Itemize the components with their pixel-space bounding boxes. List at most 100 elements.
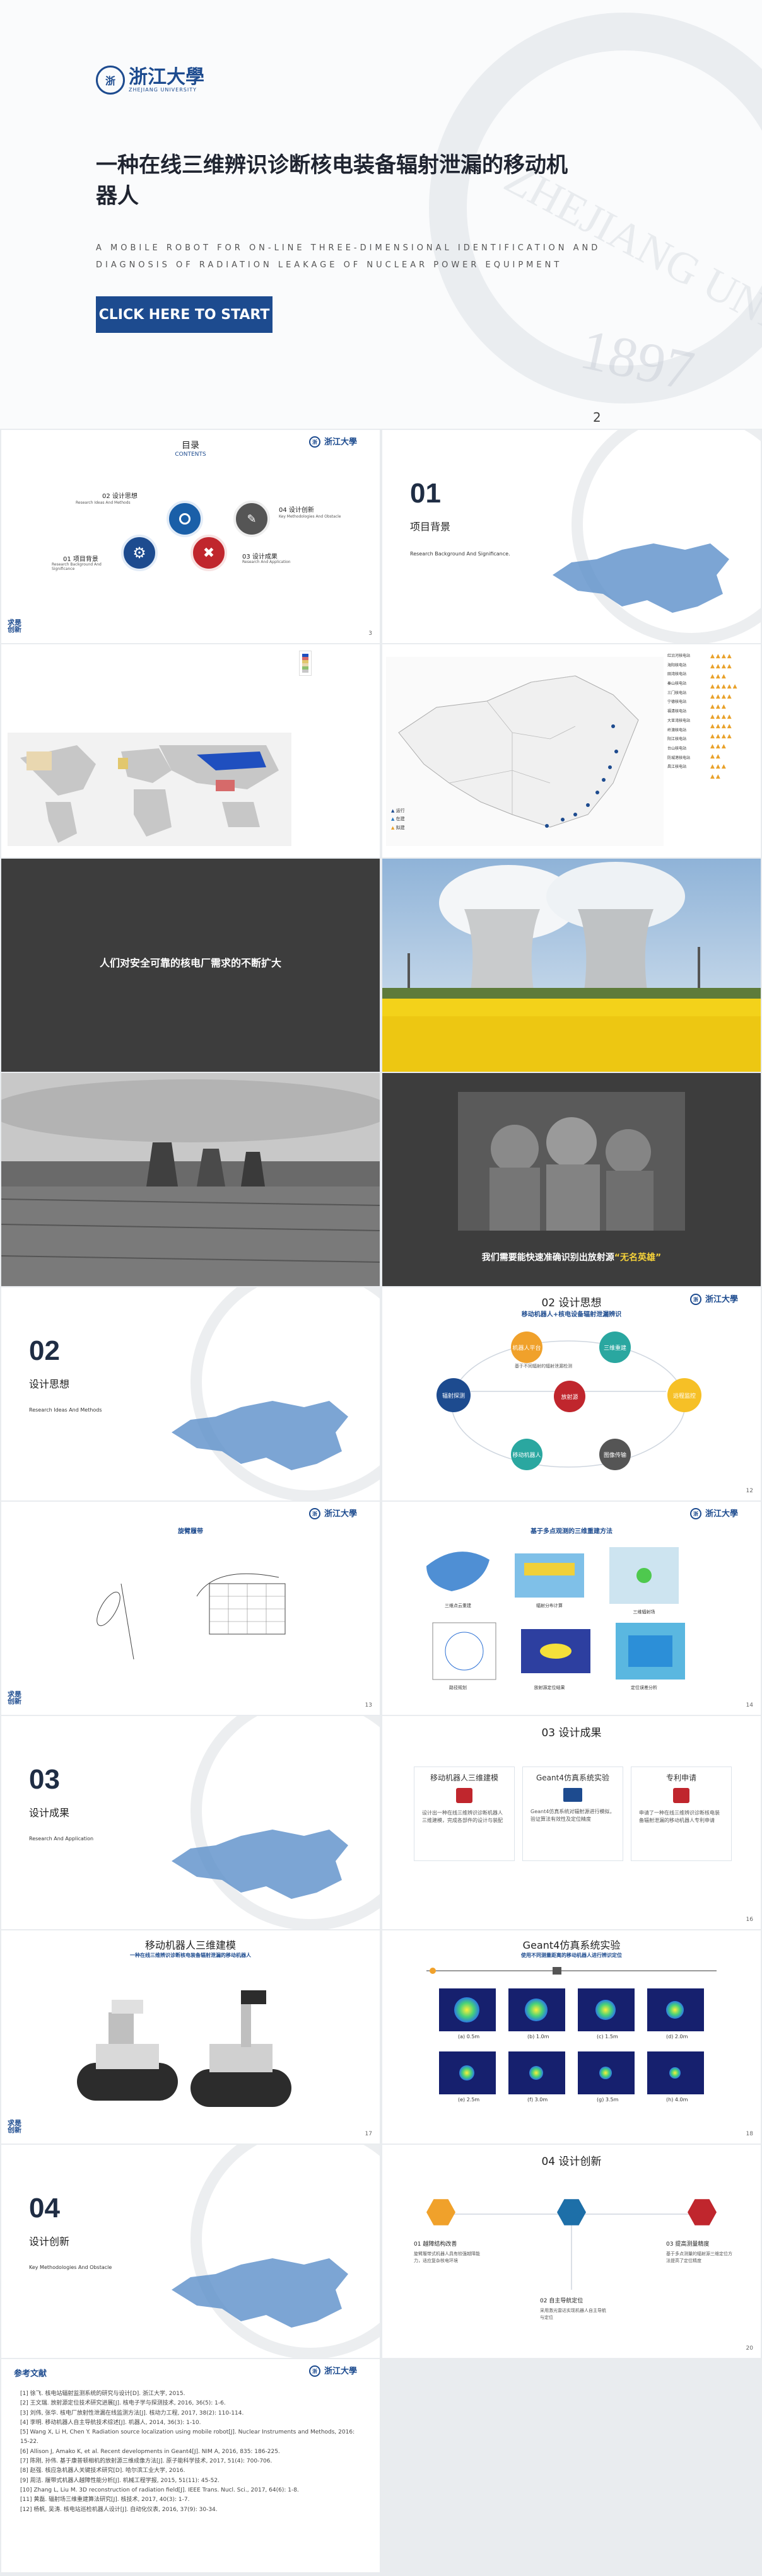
innovation-label-02: 02 自主导航定位 [540, 2298, 583, 2304]
cover-subtitle: A MOBILE ROBOT FOR ON-LINE THREE-DIMENSI… [96, 243, 601, 270]
logo-name: 浙江大學 [129, 66, 204, 88]
reference-item: [6] Allison J, Amako K, et al. Recent de… [20, 2448, 280, 2455]
node-3d-recon[interactable]: 三维重建 [599, 1332, 631, 1363]
plant-label: 岭澳核电站 [667, 728, 687, 733]
reference-item: [3] 刘伟, 张华. 核电厂放射性泄漏在线监测方法[J]. 核动力工程, 20… [20, 2410, 244, 2416]
toc-title-en: CONTENTS [175, 451, 206, 458]
innovation-label-03: 03 提高测量精度 [666, 2241, 710, 2248]
toc-circle-04[interactable]: ✎ [233, 501, 270, 537]
page-number: 3 [368, 630, 372, 637]
world-map [8, 733, 291, 846]
node-platform[interactable]: 机器人平台 [511, 1332, 542, 1363]
slide-subtitle: 使用不同测量距离的移动机器人进行辨识定位 [521, 1952, 622, 1958]
nuclear-plant-photo [382, 859, 761, 1072]
reference-item: [2] 王文瑞. 放射源定位技术研究进展[J]. 核电子学与探测技术, 2016… [20, 2400, 226, 2407]
plot-caption: (c) 1.5m [597, 2034, 618, 2039]
start-button[interactable]: CLICK HERE TO START [96, 296, 273, 333]
toc-label-04[interactable]: 04 设计创新 [279, 504, 314, 514]
sim-plot-d [647, 1988, 704, 2031]
logo-name: 浙江大學 [705, 1509, 739, 1519]
patent-icon [673, 1788, 689, 1803]
legend-building: 在建 [396, 816, 405, 822]
card-text: Geant4仿真系统对辐射源进行模拟，验证算法有效性及定位精度 [530, 1809, 615, 1822]
heroes-slide: 我们需要能快速准确识别出放射源“无名英雄” [382, 1073, 761, 1286]
section-01-slide: 01 项目背景 Research Background And Signific… [382, 430, 761, 643]
result-card-geant4[interactable]: Geant4仿真系统实验 Geant4仿真系统对辐射源进行模拟，验证算法有效性及… [522, 1767, 623, 1861]
plant-label: 台山核电站 [667, 746, 687, 751]
cover-slide: 1897 ZHEJIANG UNIVERSITY 浙 浙江大學 ZHEJIANG… [0, 0, 762, 429]
slide-title: 移动机器人三维建模 [144, 1939, 236, 1951]
node-remote[interactable]: 远程监控 [667, 1378, 701, 1412]
page-number: 13 [365, 1702, 372, 1709]
algorithm-slide: 浙 浙江大學 基于多点观测的三维重建方法 三维点云重建 辐射分布计算 三维辐射场… [382, 1502, 761, 1715]
section-title: 项目背景 [410, 521, 451, 533]
references-slide: 参考文献 浙 浙江大學 [1] 徐飞. 核电站辐射监测系统的研究与设计[D]. … [1, 2359, 380, 2572]
logo-sub: ZHEJIANG UNIVERSITY [129, 86, 197, 93]
plant-label: 大亚湾核电站 [667, 718, 691, 723]
plant-label: 阳江核电站 [667, 737, 687, 742]
section-sub: Key Methodologies And Obstacle [29, 2265, 112, 2270]
china-map-silhouette [172, 2258, 348, 2328]
slide-title: 基于多点观测的三维重建方法 [530, 1528, 613, 1535]
university-logo: 浙 浙江大學 [690, 1508, 738, 1519]
toc-circle-01[interactable]: ⚙ [121, 535, 158, 571]
toc-label-03[interactable]: 03 设计成果 [242, 551, 278, 560]
node-source[interactable]: 放射源 [554, 1381, 585, 1412]
section-03-slide: 03 设计成果 Research And Application [1, 1716, 380, 1929]
toc-circle-03[interactable]: ✖ [190, 535, 227, 571]
robot-model-slide: 移动机器人三维建模 一种在线三维辨识诊断核电装备辐射泄漏的移动机器人 求是 创新 … [1, 1930, 380, 2144]
robot-render [77, 1990, 291, 2107]
reference-item: [4] 李明. 移动机器人自主导航技术综述[J]. 机器人, 2014, 36(… [20, 2419, 201, 2426]
cover-page-number: 2 [593, 410, 601, 425]
slide-subtitle: 一种在线三维辨识诊断核电装备辐射泄漏的移动机器人 [130, 1952, 251, 1958]
reference-item: [7] 陈刚, 孙伟. 基于康普顿相机的放射源三维成像方法[J]. 原子能科学技… [20, 2458, 273, 2465]
figure-caption: 路径规划 [449, 1685, 467, 1690]
section-sub: Research Background And Significance. [410, 551, 510, 557]
design-idea-slide: 浙 浙江大學 02 设计思想 移动机器人+核电设备辐射泄漏辨识 基于不同辐射的辐… [382, 1287, 761, 1500]
section-title: 设计思想 [29, 1378, 70, 1390]
plot-caption: (h) 4.0m [666, 2097, 688, 2103]
footer-mark: 求是 创新 [8, 618, 21, 634]
plot-caption: (b) 1.0m [527, 2034, 549, 2039]
innovation-text-03: 基于多点测量的辐射源三维定位方法提高了定位精度 [666, 2251, 732, 2263]
reference-item: [9] 周洁. 履带式机器人越障性能分析[J]. 机械工程学报, 2015, 5… [20, 2477, 220, 2484]
toc-label-01[interactable]: 01 项目背景 [63, 554, 98, 563]
computer-icon [563, 1788, 582, 1802]
result-card-patent[interactable]: 专利申请 申请了一种在线三维辨识诊断核电装备辐射泄漏的移动机器人专利申请 [631, 1767, 732, 1861]
toc-sub-04: Key Methodologies And Obstacle [279, 514, 341, 519]
section-number: 01 [410, 478, 441, 509]
geant4-slide: Geant4仿真系统实验 使用不同测量距离的移动机器人进行辨识定位 (a) 0.… [382, 1930, 761, 2144]
map-legend [299, 651, 312, 676]
section-sub: Research Ideas And Methods [29, 1407, 102, 1413]
reference-item: [12] 杨帆, 吴涛. 核电站巡检机器人设计[J]. 自动化仪表, 2016,… [20, 2506, 218, 2513]
result-card-model[interactable]: 移动机器人三维建模 设计出一种在线三维辨识诊断机器人三维建模，完成各部件的设计与… [414, 1767, 515, 1861]
toc-label-02[interactable]: 02 设计思想 [102, 490, 138, 500]
node-image[interactable]: 图像传输 [599, 1439, 631, 1470]
heroes-statement: 我们需要能快速准确识别出放射源“无名英雄” [382, 1251, 761, 1263]
footer-mark: 求是 创新 [8, 2119, 21, 2134]
plant-label: 田湾核电站 [667, 672, 687, 677]
innovation-text-01: 旋臂履带式机器人具有较强越障能力，适应复杂核电环境 [414, 2251, 480, 2263]
innovation-label-01: 01 越障结构改善 [414, 2241, 457, 2248]
reference-item: [11] 黄磊. 辐射场三维重建算法研究[J]. 核技术, 2017, 40(3… [20, 2497, 190, 2503]
section-title: 设计创新 [29, 2236, 70, 2248]
page-number: 12 [746, 1488, 753, 1494]
seal-icon: 浙 [96, 66, 125, 95]
china-map-silhouette [172, 1401, 348, 1470]
toc-circle-02[interactable] [167, 501, 203, 537]
logo-name: 浙江大學 [324, 2366, 358, 2376]
reference-item: [10] Zhang L, Liu M. 3D reconstruction o… [20, 2486, 299, 2493]
node-detection[interactable]: 辐射探测 [437, 1378, 471, 1412]
chassis-sketch [97, 1573, 286, 1659]
hazmat-workers-photo [458, 1092, 685, 1231]
sim-plot-h [647, 2051, 704, 2094]
card-title: 专利申请 [665, 1773, 696, 1782]
reference-item: [5] Wang X, Li H, Chen Y. Radiation sour… [20, 2429, 355, 2445]
plant-label: 红沿河核电站 [667, 654, 691, 658]
innovation-text-02: 采用激光雷达实现机器人自主导航与定位 [540, 2308, 606, 2320]
node-mobile-robot[interactable]: 移动机器人 [511, 1439, 542, 1470]
university-logo: 浙 浙江大學 [309, 2365, 357, 2377]
plant-list: 红沿河核电站 海阳核电站 田湾核电站 秦山核电站 三门核电站 宁德核电站 福清核… [667, 652, 690, 772]
industrial-photo [1, 1073, 380, 1286]
demand-statement: 人们对安全可靠的核电厂需求的不断扩大 [99, 957, 281, 969]
